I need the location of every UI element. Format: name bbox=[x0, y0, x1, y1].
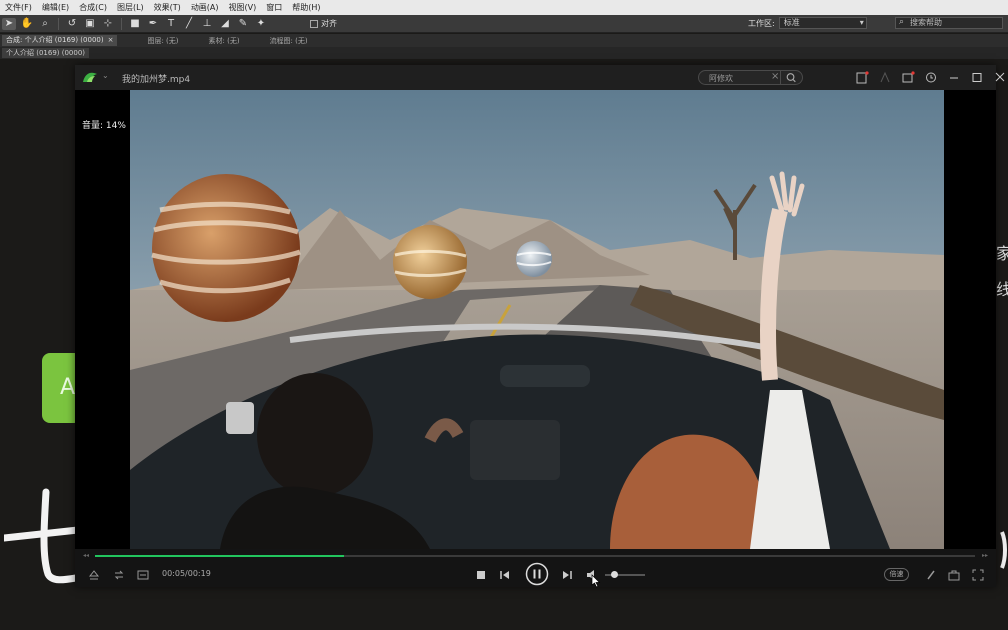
camera-tool-icon[interactable]: ▣ bbox=[83, 18, 97, 30]
tab-comp-breadcrumb[interactable]: 个人介绍 (0169) (0000) bbox=[2, 48, 90, 58]
video-frame[interactable] bbox=[130, 90, 944, 549]
tab-flowchart[interactable]: 流程图: (无) bbox=[270, 36, 308, 46]
next-icon[interactable] bbox=[560, 568, 574, 582]
clear-search-icon[interactable]: × bbox=[771, 71, 779, 82]
toolbar-divider bbox=[121, 17, 122, 30]
screenshot-icon[interactable] bbox=[855, 71, 869, 84]
volume-slider-handle[interactable] bbox=[611, 571, 618, 578]
stamp-tool-icon[interactable]: ⊥ bbox=[200, 18, 214, 30]
help-search-placeholder: 搜索帮助 bbox=[910, 18, 942, 27]
menu-help[interactable]: 帮助(H) bbox=[287, 2, 325, 13]
tab-composition-label: 合成: 个人介绍 (0169) (0000) bbox=[6, 36, 104, 44]
file-title: 我的加州梦.mp4 bbox=[122, 75, 191, 85]
ae-subtab-bar: 个人介绍 (0169) (0000) bbox=[0, 47, 1008, 59]
menu-animation[interactable]: 动画(A) bbox=[186, 2, 224, 13]
brush-icon[interactable] bbox=[924, 568, 938, 582]
maximize-icon[interactable] bbox=[970, 71, 984, 84]
puppet-tool-icon[interactable]: ✦ bbox=[254, 18, 268, 30]
minimize-icon[interactable] bbox=[947, 71, 961, 84]
wardrobe-icon[interactable] bbox=[878, 71, 892, 84]
selection-tool-icon[interactable]: ➤ bbox=[2, 17, 16, 30]
workspace-label: 工作区: bbox=[748, 18, 775, 28]
align-checkbox[interactable]: 对齐 bbox=[310, 18, 337, 29]
menu-file[interactable]: 文件(F) bbox=[0, 2, 37, 13]
search-icon: ⌕ bbox=[899, 17, 905, 27]
align-checkbox-box[interactable] bbox=[310, 19, 318, 28]
ae-toolbar: ➤ ✋ ⌕ ↺ ▣ ⊹ ■ ✒ T ╱ ⊥ ◢ ✎ ✦ 对齐 工作区: 标准 ⌕… bbox=[0, 15, 1008, 33]
side-char-2: 线 bbox=[996, 280, 1008, 299]
side-stroke-mark bbox=[1000, 531, 1007, 569]
close-icon[interactable] bbox=[993, 71, 1007, 84]
search-query: 阿修欢 bbox=[709, 74, 733, 83]
tv-cast-icon[interactable] bbox=[901, 71, 915, 84]
pan-behind-tool-icon[interactable]: ⊹ bbox=[101, 18, 115, 30]
menu-icon[interactable] bbox=[924, 71, 938, 84]
fullscreen-icon[interactable] bbox=[971, 568, 985, 582]
ae-panel-tabs: 合成: 个人介绍 (0169) (0000) × 图层: (无) 素材: (无) … bbox=[0, 34, 1008, 47]
search-icon[interactable] bbox=[780, 71, 802, 84]
mouse-cursor-icon bbox=[591, 574, 601, 588]
menu-effect[interactable]: 效果(T) bbox=[149, 2, 186, 13]
roto-brush-tool-icon[interactable]: ✎ bbox=[236, 18, 250, 30]
player-titlebar: ⌄ 我的加州梦.mp4 阿修欢 × bbox=[75, 65, 1005, 90]
previous-icon[interactable] bbox=[498, 568, 512, 582]
help-search-input[interactable]: ⌕ 搜索帮助 bbox=[895, 17, 1003, 29]
tab-footage[interactable]: 素材: (无) bbox=[209, 36, 240, 46]
chevron-down-icon[interactable]: ⌄ bbox=[102, 71, 109, 80]
seek-bar[interactable]: ◂◂ ▸▸ bbox=[83, 552, 988, 559]
side-char-1: 家 bbox=[996, 244, 1008, 263]
video-player-window: ⌄ 我的加州梦.mp4 阿修欢 × 音量: 14% ◂◂ ▸▸ 00:05/00… bbox=[75, 65, 1005, 588]
menu-layer[interactable]: 图层(L) bbox=[112, 2, 149, 13]
chalk-seven-glyph bbox=[4, 488, 80, 584]
hand-tool-icon[interactable]: ✋ bbox=[20, 18, 34, 30]
toolbar-divider bbox=[58, 17, 59, 30]
menu-view[interactable]: 视图(V) bbox=[224, 2, 262, 13]
seek-progress bbox=[95, 555, 344, 557]
tab-composition[interactable]: 合成: 个人介绍 (0169) (0000) × bbox=[2, 35, 118, 46]
ae-menubar: 文件(F) 编辑(E) 合成(C) 图层(L) 效果(T) 动画(A) 视图(V… bbox=[0, 0, 1008, 15]
player-controls: ◂◂ ▸▸ 00:05/00:19 倍速 bbox=[75, 549, 996, 588]
eject-icon[interactable] bbox=[87, 568, 101, 582]
menu-composition[interactable]: 合成(C) bbox=[74, 2, 112, 13]
playback-time: 00:05/00:19 bbox=[162, 569, 211, 578]
rotate-tool-icon[interactable]: ↺ bbox=[65, 18, 79, 30]
zoom-tool-icon[interactable]: ⌕ bbox=[38, 18, 52, 30]
loop-icon[interactable] bbox=[112, 568, 126, 582]
workspace-select[interactable]: 标准 bbox=[778, 17, 867, 29]
seek-start-icon: ◂◂ bbox=[83, 552, 90, 559]
menu-edit[interactable]: 编辑(E) bbox=[37, 2, 74, 13]
text-tool-icon[interactable]: T bbox=[164, 18, 178, 30]
workspace-group: 工作区: 标准 bbox=[748, 17, 867, 29]
player-logo-icon[interactable] bbox=[82, 70, 98, 84]
seek-end-icon: ▸▸ bbox=[981, 552, 988, 559]
stop-icon[interactable] bbox=[474, 568, 488, 582]
titlebar-icons bbox=[855, 71, 1007, 84]
rectangle-tool-icon[interactable]: ■ bbox=[128, 18, 142, 30]
speed-button[interactable]: 倍速 bbox=[884, 568, 909, 581]
volume-tooltip: 音量: 14% bbox=[82, 121, 126, 131]
tab-layer[interactable]: 图层: (无) bbox=[147, 36, 178, 46]
pen-tool-icon[interactable]: ✒ bbox=[146, 18, 160, 30]
subtitle-icon[interactable] bbox=[136, 568, 150, 582]
eraser-tool-icon[interactable]: ◢ bbox=[218, 18, 232, 30]
menu-window[interactable]: 窗口 bbox=[261, 2, 287, 13]
pause-icon[interactable] bbox=[525, 562, 549, 586]
align-label: 对齐 bbox=[321, 19, 337, 28]
brush-tool-icon[interactable]: ╱ bbox=[182, 18, 196, 30]
toolbox-icon[interactable] bbox=[947, 568, 961, 582]
player-search-input[interactable]: 阿修欢 × bbox=[698, 70, 803, 85]
close-icon[interactable]: × bbox=[108, 35, 114, 46]
